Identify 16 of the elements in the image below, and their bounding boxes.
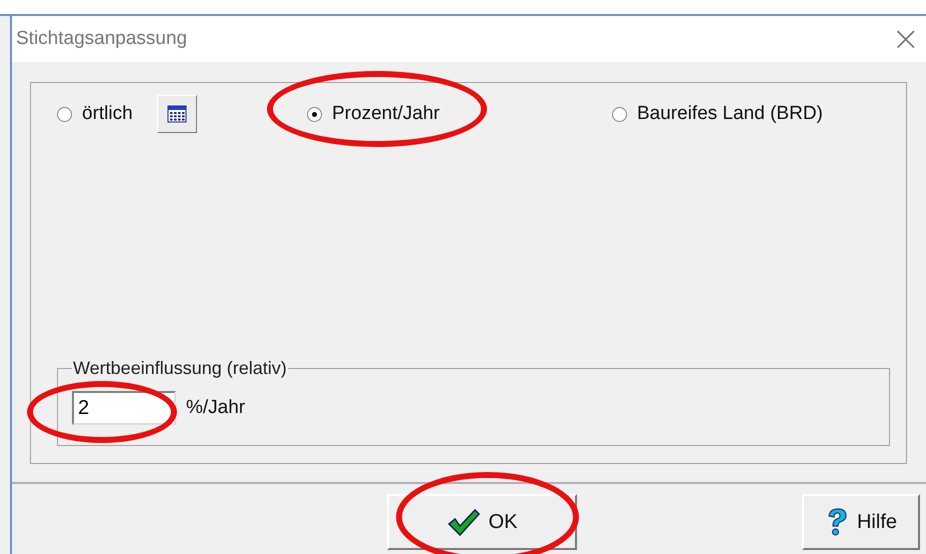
table-button[interactable] [156, 95, 197, 133]
window-title: Stichtagsanpassung [16, 28, 188, 50]
unit-label: %/Jahr [186, 397, 246, 419]
close-button[interactable]: × [886, 22, 926, 56]
checkmark-icon [446, 507, 481, 537]
radio-button[interactable] [57, 106, 72, 122]
help-button[interactable]: Hilfe [802, 494, 920, 550]
input-field[interactable]: 2 [72, 391, 176, 425]
radio-option[interactable]: Prozent/Jahr [307, 103, 440, 125]
radio-button[interactable] [307, 106, 322, 122]
group-title: Wertbeeinflussung (relativ) [72, 358, 288, 379]
table-icon [166, 105, 187, 123]
radio-option[interactable]: Baureifes Land (BRD) [612, 103, 823, 125]
radio-button[interactable] [612, 106, 627, 122]
radio-option[interactable]: örtlich [57, 103, 133, 125]
ok-button[interactable]: OK [387, 494, 577, 550]
